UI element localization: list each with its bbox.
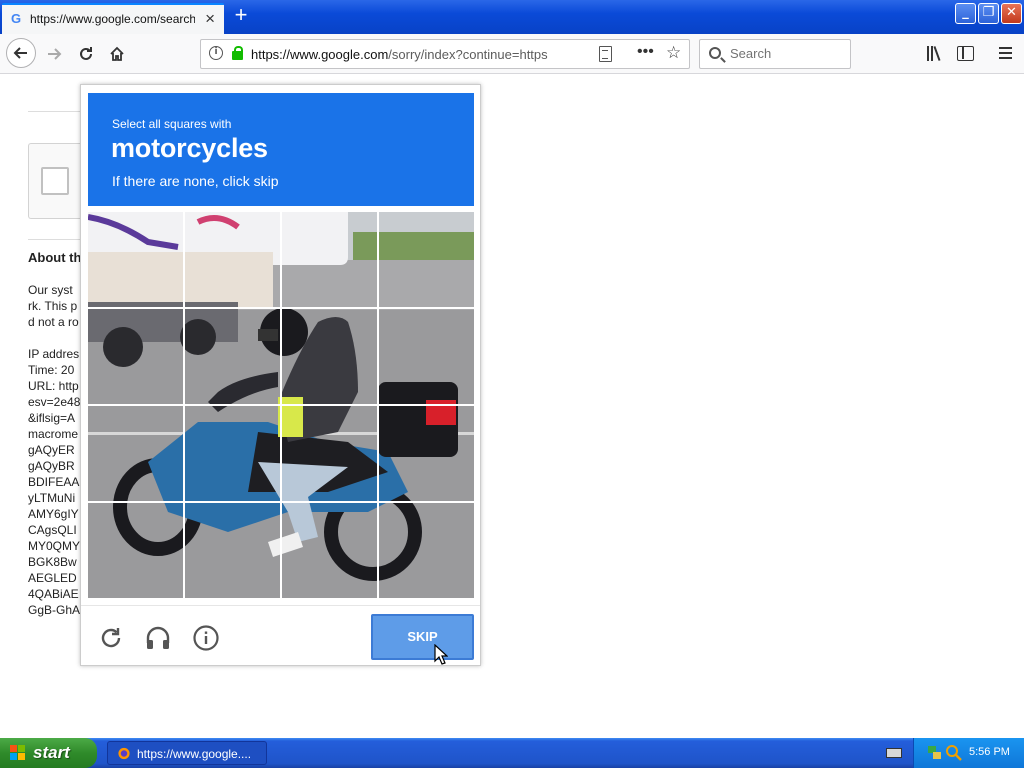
captcha-image: [379, 309, 474, 404]
clock: 5:56 PM: [969, 746, 1010, 758]
about-text: Our syst rk. This p d not a ro IP addres…: [28, 283, 81, 617]
captcha-tile-r3-c4[interactable]: [379, 406, 474, 501]
skip-button[interactable]: SKIP: [371, 614, 474, 660]
url-bar[interactable]: i https://www.google.com/sorry/index?con…: [200, 39, 690, 69]
firefox-icon: [118, 747, 130, 760]
help-button[interactable]: [192, 624, 220, 652]
captcha-image: [282, 503, 377, 598]
headphones-icon: [146, 626, 170, 649]
reload-icon: [101, 628, 121, 648]
captcha-image: [379, 406, 474, 501]
keyboard-icon[interactable]: [886, 748, 902, 758]
library-icon[interactable]: [925, 44, 945, 64]
captcha-image: [88, 309, 183, 404]
captcha-tile-r2-c3[interactable]: [282, 309, 377, 404]
restore-button[interactable]: ❐: [978, 3, 999, 24]
captcha-tile-r2-c2[interactable]: [185, 309, 280, 404]
captcha-tile-r3-c1[interactable]: [88, 406, 183, 501]
captcha-image: [88, 503, 183, 598]
captcha-image: [185, 309, 280, 404]
minimize-button[interactable]: _: [955, 3, 976, 24]
captcha-image: [379, 503, 474, 598]
captcha-image: [282, 309, 377, 404]
close-window-button[interactable]: ✕: [1001, 3, 1022, 24]
page-actions-icon[interactable]: •••: [637, 43, 654, 61]
captcha-image: [282, 406, 377, 501]
lock-icon[interactable]: [232, 46, 243, 60]
info-icon: [193, 625, 219, 651]
start-button[interactable]: start: [0, 738, 97, 768]
navigation-toolbar: i https://www.google.com/sorry/index?con…: [0, 34, 1024, 74]
hamburger-menu-icon[interactable]: [996, 44, 1016, 64]
challenge-target: motorcycles: [111, 133, 268, 163]
home-button[interactable]: [103, 40, 131, 68]
forward-button[interactable]: [40, 40, 68, 68]
challenge-instruction: Select all squares with: [112, 117, 232, 131]
captcha-tile-r3-c2[interactable]: [185, 406, 280, 501]
recaptcha-challenge: Select all squares with motorcycles If t…: [80, 84, 481, 666]
windows-taskbar: start https://www.google.... 5:56 PM: [0, 738, 1024, 768]
back-button[interactable]: [6, 38, 36, 68]
search-input[interactable]: [730, 46, 845, 61]
captcha-tile-r1-c3[interactable]: [282, 212, 377, 307]
captcha-tile-r4-c2[interactable]: [185, 503, 280, 598]
captcha-image: [282, 212, 377, 307]
bookmark-star-icon[interactable]: ☆: [666, 43, 681, 63]
start-label: start: [33, 743, 70, 762]
browser-tab[interactable]: G https://www.google.com/search? ×: [2, 3, 224, 34]
reader-view-icon[interactable]: [599, 46, 612, 62]
captcha-tile-r3-c3[interactable]: [282, 406, 377, 501]
captcha-image: [88, 406, 183, 501]
captcha-image: [379, 212, 474, 307]
search-box[interactable]: [699, 39, 851, 69]
captcha-image: [185, 503, 280, 598]
windows-logo-icon: [10, 745, 26, 761]
captcha-tile-r4-c1[interactable]: [88, 503, 183, 598]
captcha-image: [185, 212, 280, 307]
taskbar-firefox-item[interactable]: https://www.google....: [107, 741, 267, 765]
captcha-tile-r1-c1[interactable]: [88, 212, 183, 307]
tab-close-icon[interactable]: ×: [205, 9, 215, 29]
captcha-image: [185, 406, 280, 501]
recaptcha-anchor-box: [28, 143, 88, 219]
captcha-tile-r4-c3[interactable]: [282, 503, 377, 598]
arrow-right-icon: [48, 48, 62, 60]
recaptcha-checkbox[interactable]: [41, 167, 69, 195]
new-tab-button[interactable]: +: [230, 4, 252, 28]
captcha-image: [88, 212, 183, 307]
browser-tab-strip: G https://www.google.com/search? × + _ ❐…: [0, 0, 1024, 34]
challenge-hint: If there are none, click skip: [112, 173, 279, 189]
home-icon: [110, 46, 124, 61]
reload-icon: [80, 47, 92, 60]
captcha-tile-r4-c4[interactable]: [379, 503, 474, 598]
tab-title: https://www.google.com/search?: [30, 12, 195, 26]
network-icon[interactable]: [926, 744, 943, 761]
captcha-tile-r1-c2[interactable]: [185, 212, 280, 307]
reload-button[interactable]: [72, 40, 100, 68]
challenge-footer: SKIP: [81, 605, 480, 665]
challenge-header: Select all squares with motorcycles If t…: [88, 93, 474, 206]
captcha-tile-r2-c4[interactable]: [379, 309, 474, 404]
captcha-tile-r1-c4[interactable]: [379, 212, 474, 307]
mouse-cursor-icon: [434, 644, 448, 665]
arrow-left-icon: [13, 47, 27, 59]
google-favicon-icon: G: [11, 11, 22, 26]
audio-challenge-button[interactable]: [144, 624, 172, 652]
system-tray: 5:56 PM: [913, 738, 1024, 768]
challenge-image-grid: [88, 212, 474, 598]
reload-challenge-button[interactable]: [97, 624, 125, 652]
sidebar-icon[interactable]: [957, 46, 974, 61]
search-icon: [709, 47, 721, 59]
captcha-tile-r2-c1[interactable]: [88, 309, 183, 404]
site-info-icon[interactable]: i: [209, 46, 223, 60]
url-text[interactable]: https://www.google.com/sorry/index?conti…: [251, 47, 561, 62]
taskbar-item-label: https://www.google....: [137, 747, 252, 761]
url-path: /sorry/index?continue=https: [388, 47, 548, 62]
about-title: About this page: [28, 250, 82, 265]
search-tray-icon[interactable]: [945, 744, 962, 761]
url-host: https://www.google.com: [251, 47, 389, 62]
